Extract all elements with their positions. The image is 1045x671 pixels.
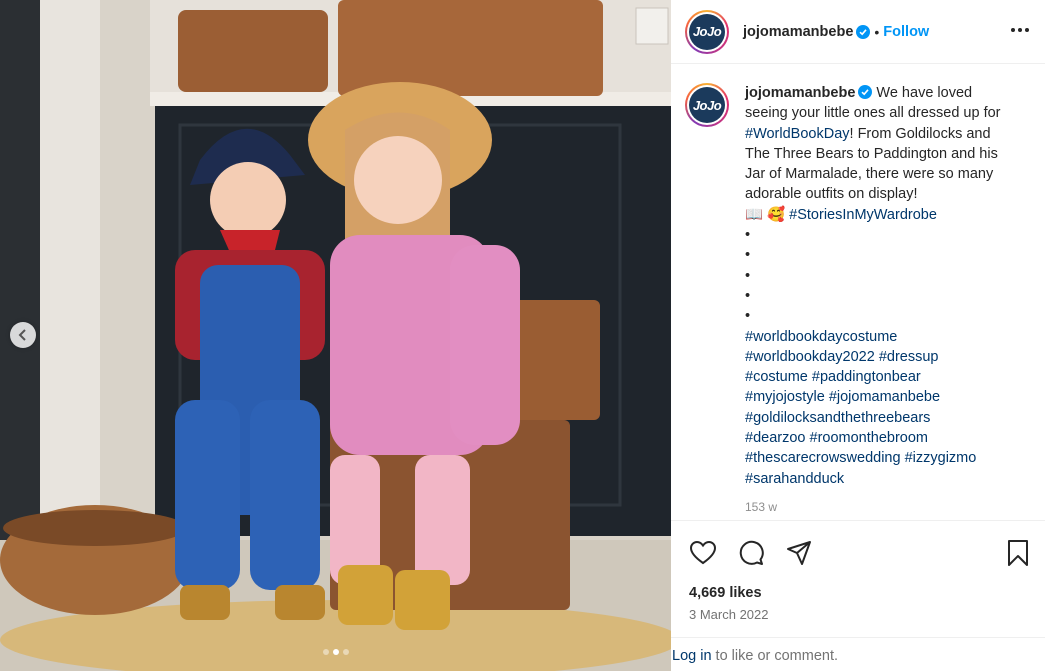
hashtag-link[interactable]: #myjojostyle (745, 389, 825, 405)
carousel-dot-active (332, 649, 339, 655)
hashtag-link[interactable]: #goldilocksandthethreebears (745, 410, 930, 426)
avatar-story-ring[interactable]: JoJo (685, 9, 729, 54)
login-link[interactable]: Log in (672, 648, 712, 664)
login-prompt: Log in to like or comment. (671, 637, 1045, 671)
hashtag-link[interactable]: #dearzoo (745, 430, 805, 446)
hashtag-link[interactable]: #WorldBookDay (745, 126, 850, 142)
caption-section: JoJo jojomamanbebe We have loved seeing … (671, 65, 1045, 520)
hashtag-block: #worldbookdaycostume #worldbookday2022 #… (745, 327, 1015, 489)
hashtag-link[interactable]: #costume (745, 369, 808, 385)
login-prompt-text: to like or comment. (711, 648, 839, 664)
hashtag-link[interactable]: #jojomamanbebe (829, 389, 940, 405)
post-side-panel: JoJo jojomamanbebe • Follow JoJo jojomam… (671, 0, 1045, 671)
more-options-icon[interactable] (1011, 24, 1029, 36)
post-date: 3 March 2022 (689, 607, 769, 622)
carousel-dot (342, 649, 349, 655)
hashtag-link[interactable]: #izzygizmo (905, 450, 977, 466)
carousel-dot (322, 649, 329, 655)
hashtag-link[interactable]: #roomonthebroom (810, 430, 929, 446)
hashtag-link[interactable]: #StoriesInMyWardrobe (789, 207, 937, 223)
follow-button[interactable]: Follow (883, 24, 929, 40)
action-bar: 4,669 likes 3 March 2022 (671, 520, 1045, 637)
avatar: JoJo (689, 13, 725, 50)
caption-avatar[interactable]: JoJo (685, 83, 729, 127)
hashtag-link[interactable]: #worldbookday2022 (745, 349, 875, 365)
caption-bullets: • • • • • (745, 227, 751, 325)
header-separator: • (874, 23, 880, 40)
share-icon[interactable] (785, 539, 813, 567)
heart-icon[interactable] (689, 539, 717, 567)
post-image[interactable] (0, 0, 671, 671)
comment-icon[interactable] (737, 539, 765, 567)
verified-badge-icon (858, 85, 873, 99)
caption-emojis: 📖 🥰 (745, 206, 790, 223)
chevron-left-icon (18, 329, 26, 341)
hashtag-link[interactable]: #dressup (879, 349, 939, 365)
hashtag-link[interactable]: #sarahandduck (745, 471, 844, 487)
verified-badge-icon (856, 24, 871, 39)
carousel-indicators (0, 649, 671, 655)
caption-username[interactable]: jojomamanbebe (745, 85, 855, 101)
post-age[interactable]: 153 w (745, 497, 1015, 517)
avatar: JoJo (689, 87, 725, 123)
bookmark-icon[interactable] (1005, 539, 1031, 567)
hashtag-link[interactable]: #worldbookdaycostume (745, 329, 897, 345)
hashtag-link[interactable]: #paddingtonbear (812, 369, 921, 385)
previous-slide-button[interactable] (10, 322, 36, 348)
caption-text: jojomamanbebe We have loved seeing your … (745, 83, 1015, 517)
post-header: JoJo jojomamanbebe • Follow (671, 0, 1045, 64)
hashtag-link[interactable]: #thescarecrowswedding (745, 450, 901, 466)
photo-scene (0, 0, 671, 671)
likes-count[interactable]: 4,669 likes (689, 585, 762, 601)
username-link[interactable]: jojomamanbebe (743, 24, 853, 40)
